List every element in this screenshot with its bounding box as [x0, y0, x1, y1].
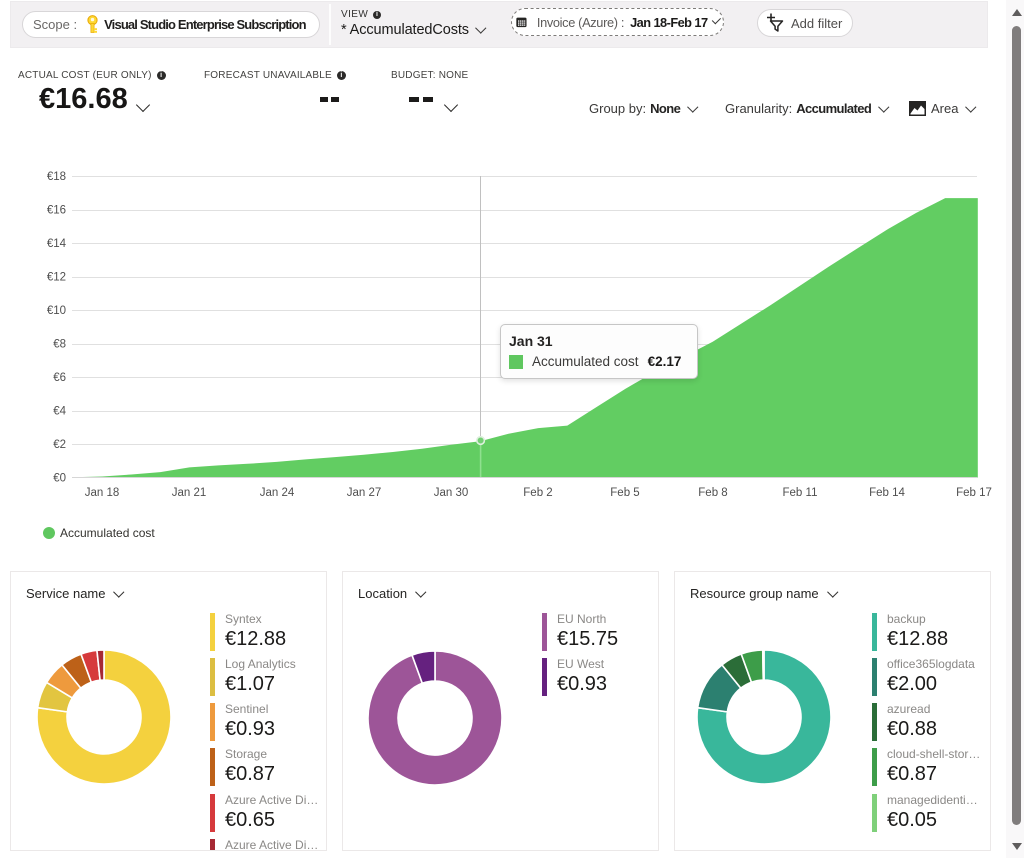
svg-text:€0: €0 — [53, 473, 66, 485]
svg-text:Jan 30: Jan 30 — [434, 487, 469, 499]
svg-text:€10: €10 — [47, 305, 66, 317]
svg-text:€12: €12 — [47, 272, 66, 284]
svg-text:Feb 11: Feb 11 — [783, 487, 818, 499]
svg-text:€18: €18 — [47, 171, 66, 183]
svg-text:Feb 5: Feb 5 — [610, 487, 639, 499]
svg-text:€2: €2 — [53, 439, 66, 451]
svg-text:Jan 18: Jan 18 — [85, 487, 120, 499]
svg-text:€8: €8 — [53, 339, 66, 351]
svg-text:€6: €6 — [53, 372, 66, 384]
svg-text:Jan 27: Jan 27 — [347, 487, 382, 499]
svg-text:Jan 21: Jan 21 — [172, 487, 207, 499]
svg-text:Feb 17: Feb 17 — [956, 487, 992, 499]
svg-text:Jan 24: Jan 24 — [260, 487, 295, 499]
svg-text:Feb 8: Feb 8 — [698, 487, 727, 499]
svg-text:Feb 2: Feb 2 — [523, 487, 552, 499]
svg-text:€16: €16 — [47, 205, 66, 217]
svg-text:Feb 14: Feb 14 — [869, 487, 905, 499]
svg-text:€4: €4 — [53, 406, 66, 418]
svg-text:€14: €14 — [47, 238, 67, 250]
